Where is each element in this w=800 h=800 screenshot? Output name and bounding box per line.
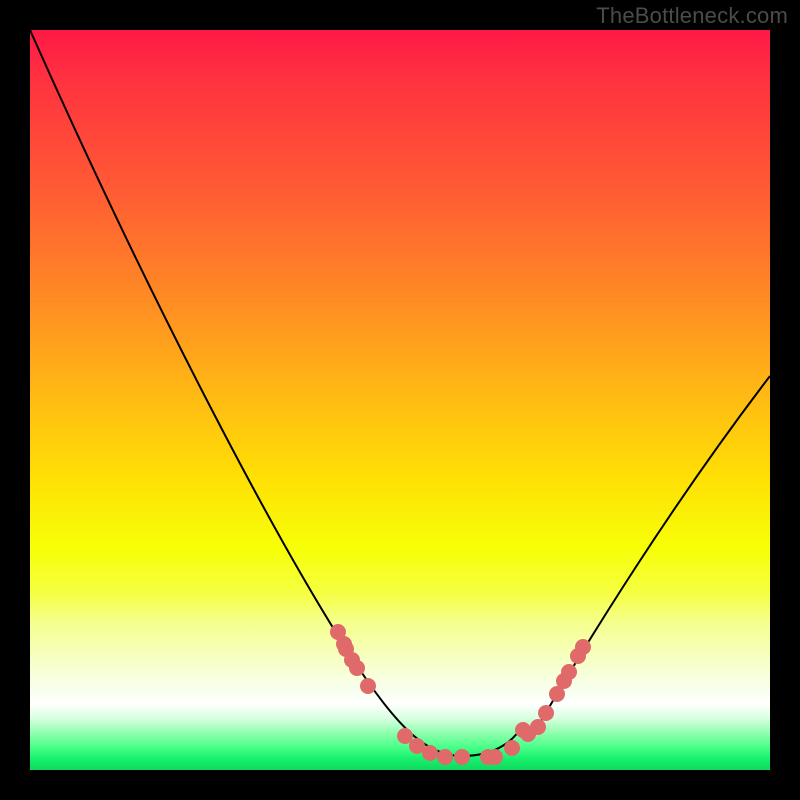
marker-point bbox=[349, 660, 365, 676]
marker-point bbox=[422, 745, 438, 761]
marker-point bbox=[504, 740, 520, 756]
highlight-markers bbox=[330, 624, 591, 765]
marker-point bbox=[538, 705, 554, 721]
marker-point bbox=[454, 749, 470, 765]
marker-point bbox=[561, 664, 577, 680]
marker-point bbox=[575, 639, 591, 655]
marker-point bbox=[437, 749, 453, 765]
chart-svg bbox=[30, 30, 770, 770]
bottleneck-curve bbox=[30, 30, 770, 756]
marker-point bbox=[487, 749, 503, 765]
chart-plot-area bbox=[30, 30, 770, 770]
watermark-text: TheBottleneck.com bbox=[596, 3, 788, 29]
marker-point bbox=[530, 719, 546, 735]
marker-point bbox=[360, 678, 376, 694]
